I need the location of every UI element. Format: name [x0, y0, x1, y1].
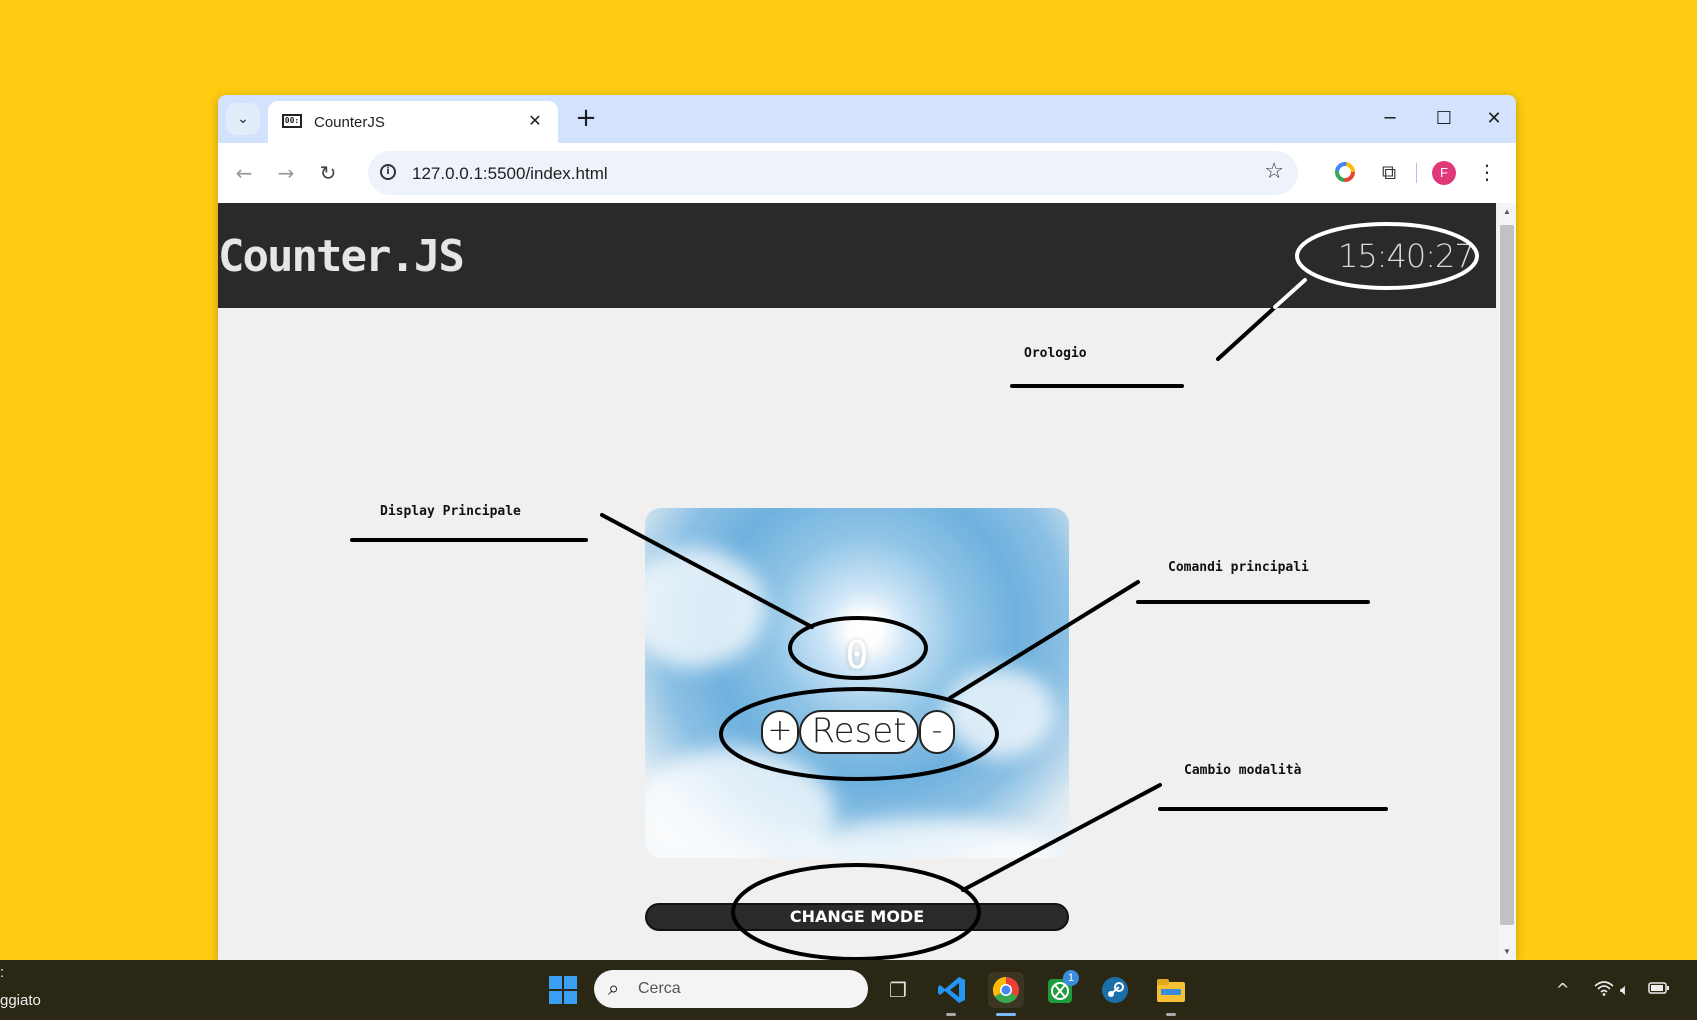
chrome-icon[interactable]: [988, 972, 1024, 1008]
file-explorer-icon[interactable]: [1153, 972, 1189, 1008]
close-window-icon[interactable]: ✕: [1472, 103, 1516, 135]
minimize-icon[interactable]: ─: [1368, 103, 1412, 135]
explorer-running-dot: [1166, 1013, 1176, 1016]
cloud-decor: [795, 818, 1055, 858]
cloud-decor: [945, 668, 1055, 758]
extensions-puzzle-icon[interactable]: ⧉: [1374, 157, 1404, 187]
windows-start-icon[interactable]: [545, 972, 581, 1008]
change-mode-button[interactable]: CHANGE MODE: [645, 903, 1069, 931]
annotation-display: Display Principale: [380, 504, 521, 519]
vscode-running-dot: [946, 1013, 956, 1016]
taskbar-search[interactable]: ⌕ Cerca: [594, 970, 868, 1008]
annotation-controls: Comandi principali: [1168, 560, 1309, 575]
search-icon: ⌕: [608, 976, 620, 1000]
battery-icon[interactable]: [1648, 980, 1670, 999]
increment-button[interactable]: +: [761, 710, 799, 754]
new-tab-plus-icon[interactable]: +: [570, 103, 602, 135]
task-view-icon[interactable]: ❐: [880, 972, 916, 1008]
reload-icon[interactable]: ↻: [310, 155, 346, 191]
search-placeholder: Cerca: [638, 980, 681, 997]
reset-button[interactable]: Reset: [799, 710, 919, 754]
clock-display: 15:40:27: [1338, 237, 1475, 275]
site-info-icon[interactable]: i: [380, 164, 396, 180]
kebab-menu-icon[interactable]: ⋮: [1472, 157, 1502, 187]
weather-text-top: :: [0, 964, 5, 981]
tab-close-icon[interactable]: ✕: [524, 110, 546, 132]
tab-counterjs[interactable]: 00: CounterJS ✕: [268, 101, 558, 143]
xbox-notification-badge: 1: [1063, 970, 1079, 986]
volume-icon[interactable]: 🔈︎: [1620, 980, 1630, 1000]
vscode-icon[interactable]: [934, 972, 970, 1008]
annotation-clock: Orologio: [1024, 346, 1087, 361]
app-header: Counter.JS 15:40:27: [218, 203, 1496, 308]
counter-display: 0: [845, 633, 869, 677]
page-viewport: Counter.JS 15:40:27 0 + Reset - CHANGE M…: [218, 203, 1516, 960]
browser-window: ⌄ 00: CounterJS ✕ + ─ ☐ ✕ ← → ↻ i 127.0.…: [218, 95, 1516, 960]
scrollbar-thumb[interactable]: [1500, 225, 1514, 925]
weather-text-bottom: ggiato: [0, 992, 41, 1009]
url-text[interactable]: 127.0.0.1:5500/index.html: [412, 164, 608, 184]
scroll-up-arrow-icon[interactable]: ▲: [1502, 207, 1512, 216]
counter-card: 0 + Reset -: [645, 508, 1069, 858]
back-arrow-icon[interactable]: ←: [226, 155, 262, 191]
address-bar[interactable]: i 127.0.0.1:5500/index.html ☆: [368, 151, 1298, 195]
tab-favicon-icon: 00:: [282, 114, 302, 128]
tab-search-chevron-icon[interactable]: ⌄: [226, 103, 260, 135]
profile-avatar[interactable]: F: [1432, 161, 1456, 185]
chrome-active-dot: [996, 1013, 1016, 1016]
browser-toolbar: ← → ↻ i 127.0.0.1:5500/index.html ☆ ⧉ F …: [218, 143, 1516, 203]
scroll-down-arrow-icon[interactable]: ▼: [1502, 947, 1512, 956]
app-brand: Counter.JS: [218, 231, 465, 282]
maximize-icon[interactable]: ☐: [1422, 103, 1466, 135]
tab-strip: ⌄ 00: CounterJS ✕ + ─ ☐ ✕: [218, 95, 1516, 143]
tab-title: CounterJS: [314, 114, 385, 131]
wifi-icon[interactable]: [1594, 980, 1614, 1000]
decrement-button[interactable]: -: [919, 710, 955, 754]
annotation-mode: Cambio modalità: [1184, 763, 1302, 778]
toolbar-divider: [1416, 163, 1417, 183]
color-circle-extension-icon[interactable]: [1330, 157, 1360, 187]
steam-icon[interactable]: [1097, 972, 1133, 1008]
bookmark-star-icon[interactable]: ☆: [1264, 159, 1284, 184]
show-hidden-icons-chevron-icon[interactable]: ^: [1556, 980, 1569, 999]
forward-arrow-icon[interactable]: →: [268, 155, 304, 191]
windows-taskbar: : ggiato ⌕ Cerca ❐ 1 ^ 🔈︎: [0, 960, 1697, 1020]
page-scrollbar[interactable]: ▲ ▼: [1498, 203, 1516, 960]
